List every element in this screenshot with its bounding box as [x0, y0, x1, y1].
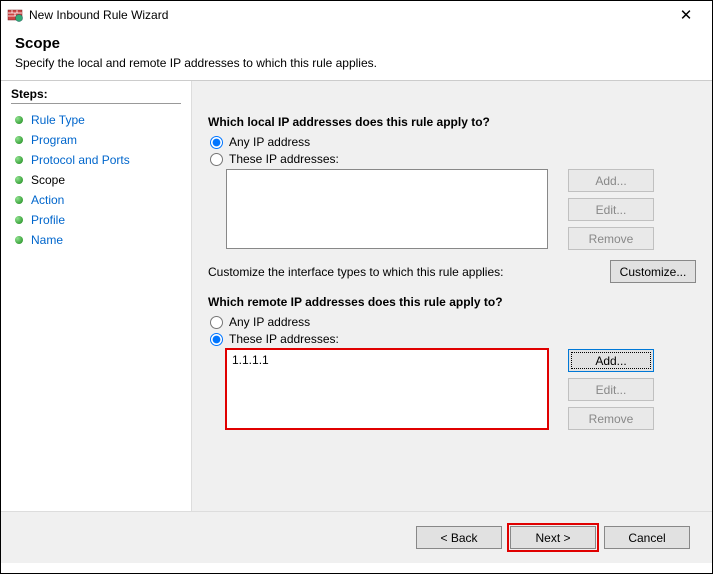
remote-ip-entry[interactable]: 1.1.1.1: [232, 353, 542, 367]
main-panel: Which local IP addresses does this rule …: [191, 81, 712, 511]
customize-text: Customize the interface types to which t…: [208, 265, 610, 279]
bullet-icon: [15, 196, 23, 204]
local-these-radio[interactable]: [210, 153, 223, 166]
local-ip-block: Add... Edit... Remove: [226, 169, 696, 250]
remote-these-radio-row[interactable]: These IP addresses:: [208, 332, 696, 346]
step-label: Rule Type: [31, 113, 85, 127]
local-ip-actions: Add... Edit... Remove: [568, 169, 654, 250]
steps-panel: Steps: Rule Type Program Protocol and Po…: [1, 81, 191, 511]
step-label: Program: [31, 133, 77, 147]
step-action[interactable]: Action: [11, 190, 181, 210]
bullet-icon: [15, 136, 23, 144]
bullet-icon: [15, 216, 23, 224]
remote-ip-actions: Add... Edit... Remove: [568, 349, 654, 430]
step-label: Protocol and Ports: [31, 153, 130, 167]
local-these-radio-row[interactable]: These IP addresses:: [208, 152, 696, 166]
window-title: New Inbound Rule Wizard: [29, 8, 666, 22]
remote-any-radio[interactable]: [210, 316, 223, 329]
content: Steps: Rule Type Program Protocol and Po…: [1, 81, 712, 511]
remote-ip-block: 1.1.1.1 Add... Edit... Remove: [226, 349, 696, 430]
remote-remove-button[interactable]: Remove: [568, 407, 654, 430]
remote-any-label: Any IP address: [229, 315, 310, 329]
local-these-label: These IP addresses:: [229, 152, 339, 166]
bullet-icon: [15, 116, 23, 124]
wizard-footer: < Back Next > Cancel: [1, 511, 712, 563]
close-button[interactable]: ✕: [666, 6, 706, 24]
step-protocol-and-ports[interactable]: Protocol and Ports: [11, 150, 181, 170]
local-remove-button[interactable]: Remove: [568, 227, 654, 250]
bullet-icon: [15, 176, 23, 184]
local-ip-list[interactable]: [226, 169, 548, 249]
firewall-icon: [7, 7, 23, 23]
bullet-icon: [15, 156, 23, 164]
remote-these-label: These IP addresses:: [229, 332, 339, 346]
step-name[interactable]: Name: [11, 230, 181, 250]
local-edit-button[interactable]: Edit...: [568, 198, 654, 221]
back-button[interactable]: < Back: [416, 526, 502, 549]
local-any-radio[interactable]: [210, 136, 223, 149]
remote-ip-list[interactable]: 1.1.1.1: [226, 349, 548, 429]
remote-edit-button[interactable]: Edit...: [568, 378, 654, 401]
step-label: Name: [31, 233, 63, 247]
customize-row: Customize the interface types to which t…: [208, 260, 696, 283]
remote-ip-question: Which remote IP addresses does this rule…: [208, 295, 696, 309]
local-any-radio-row[interactable]: Any IP address: [208, 135, 696, 149]
page-subtitle: Specify the local and remote IP addresse…: [15, 56, 698, 70]
bullet-icon: [15, 236, 23, 244]
local-any-label: Any IP address: [229, 135, 310, 149]
local-ip-question: Which local IP addresses does this rule …: [208, 115, 696, 129]
step-program[interactable]: Program: [11, 130, 181, 150]
steps-title: Steps:: [11, 87, 181, 104]
step-rule-type[interactable]: Rule Type: [11, 110, 181, 130]
step-profile[interactable]: Profile: [11, 210, 181, 230]
local-add-button[interactable]: Add...: [568, 169, 654, 192]
cancel-button[interactable]: Cancel: [604, 526, 690, 549]
step-label: Action: [31, 193, 64, 207]
step-label: Profile: [31, 213, 65, 227]
step-scope[interactable]: Scope: [11, 170, 181, 190]
step-label: Scope: [31, 173, 65, 187]
remote-add-button[interactable]: Add...: [568, 349, 654, 372]
next-button[interactable]: Next >: [510, 526, 596, 549]
wizard-header: Scope Specify the local and remote IP ad…: [1, 29, 712, 80]
remote-any-radio-row[interactable]: Any IP address: [208, 315, 696, 329]
page-title: Scope: [15, 35, 698, 52]
customize-button[interactable]: Customize...: [610, 260, 696, 283]
titlebar: New Inbound Rule Wizard ✕: [1, 1, 712, 29]
remote-these-radio[interactable]: [210, 333, 223, 346]
